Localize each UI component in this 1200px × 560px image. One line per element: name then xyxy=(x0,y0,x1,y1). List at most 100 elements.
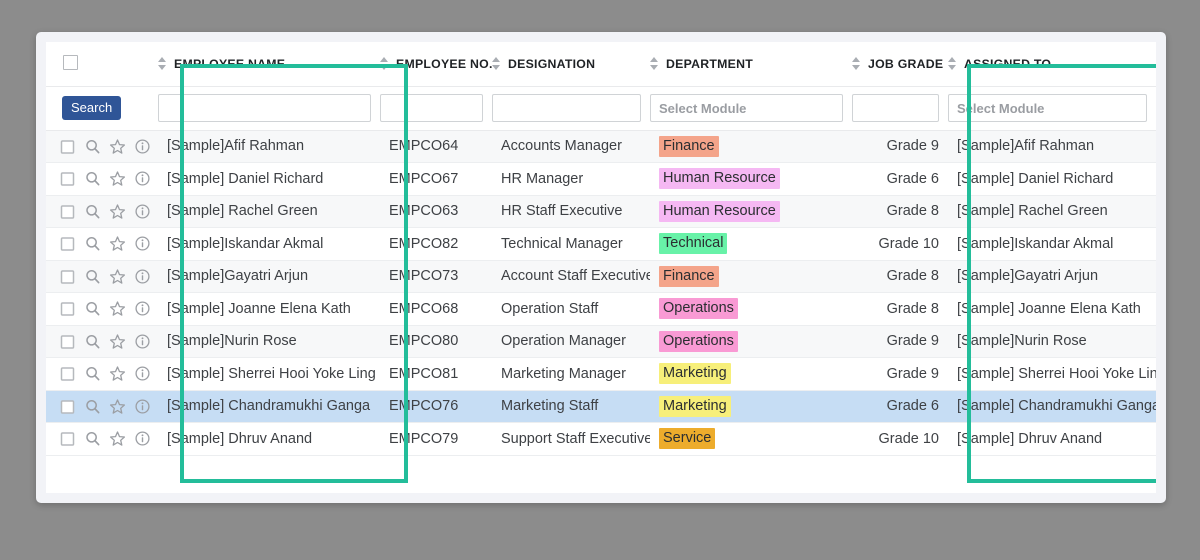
star-icon[interactable] xyxy=(109,430,126,447)
cell-actions xyxy=(46,130,158,163)
info-icon[interactable] xyxy=(134,235,151,252)
search-button[interactable]: Search xyxy=(62,96,122,120)
cell-department: Human Resource xyxy=(650,162,852,196)
info-icon[interactable] xyxy=(134,268,151,285)
info-icon[interactable] xyxy=(134,203,151,220)
sort-icon[interactable] xyxy=(158,57,167,71)
header-label: EMPLOYEE NO. xyxy=(396,56,493,71)
sort-icon[interactable] xyxy=(492,57,501,71)
cell-employee-no: EMPCO79 xyxy=(380,422,492,456)
cell-actions xyxy=(46,227,158,261)
table-row[interactable]: [Sample] Dhruv Anand EMPCO79 Support Staff… xyxy=(46,422,1156,456)
info-icon[interactable] xyxy=(134,365,151,382)
row-checkbox[interactable] xyxy=(59,138,76,155)
sort-icon[interactable] xyxy=(852,57,861,71)
magnifier-icon[interactable] xyxy=(84,333,101,350)
filter-designation-input[interactable] xyxy=(492,94,641,122)
star-icon[interactable] xyxy=(109,203,126,220)
cell-actions xyxy=(46,422,158,456)
magnifier-icon[interactable] xyxy=(84,203,101,220)
info-icon[interactable] xyxy=(134,398,151,415)
info-icon[interactable] xyxy=(134,333,151,350)
filter-employee-name-input[interactable] xyxy=(158,94,371,122)
cell-department: Finance xyxy=(650,260,852,293)
table-row[interactable]: [Sample] Daniel Richard EMPCO67 HR Manager… xyxy=(46,162,1156,196)
cell-department: Human Resource xyxy=(650,195,852,228)
sort-icon[interactable] xyxy=(948,57,957,71)
info-icon[interactable] xyxy=(134,430,151,447)
table-row[interactable]: [Sample] Joanne Elena Kath EMPCO68 Operati… xyxy=(46,292,1156,326)
cell-designation: Account Staff Executive xyxy=(492,260,650,293)
row-checkbox[interactable] xyxy=(59,365,76,382)
filter-department-select[interactable] xyxy=(650,94,843,122)
row-checkbox[interactable] xyxy=(59,203,76,220)
cell-employee-no: EMPCO76 xyxy=(380,390,492,423)
cell-employee-no: EMPCO63 xyxy=(380,195,492,228)
cell-actions xyxy=(46,325,158,358)
select-all-checkbox[interactable] xyxy=(63,54,78,70)
cell-assigned-to: [Sample] Joanne Elena Kath xyxy=(948,292,1156,326)
table-row[interactable]: [Sample] Sherrei Hooi Yoke Ling EMPCO81 Ma… xyxy=(46,357,1156,391)
row-checkbox[interactable] xyxy=(59,300,76,317)
magnifier-icon[interactable] xyxy=(84,398,101,415)
cell-job-grade: Grade 6 xyxy=(852,162,948,196)
filter-assigned-to-select[interactable] xyxy=(948,94,1147,122)
star-icon[interactable] xyxy=(109,365,126,382)
cell-actions xyxy=(46,162,158,196)
header-employee-name[interactable]: EMPLOYEE NAME xyxy=(158,42,380,87)
header-assigned-to[interactable]: ASSIGNED TO xyxy=(948,42,1156,87)
table-row[interactable]: [Sample]Afif Rahman EMPCO64 Accounts Manag… xyxy=(46,130,1156,163)
filter-employee-no-input[interactable] xyxy=(380,94,483,122)
magnifier-icon[interactable] xyxy=(84,430,101,447)
app-card: EMPLOYEE NAME EMPLOYEE NO. DESIGNATION D… xyxy=(36,32,1166,503)
info-icon[interactable] xyxy=(134,170,151,187)
star-icon[interactable] xyxy=(109,268,126,285)
magnifier-icon[interactable] xyxy=(84,268,101,285)
table-header: EMPLOYEE NAME EMPLOYEE NO. DESIGNATION D… xyxy=(46,42,1156,131)
row-checkbox[interactable] xyxy=(59,170,76,187)
table-row[interactable]: [Sample] Chandramukhi Ganga EMPCO76 Market… xyxy=(46,390,1156,423)
row-checkbox[interactable] xyxy=(59,235,76,252)
star-icon[interactable] xyxy=(109,138,126,155)
star-icon[interactable] xyxy=(109,333,126,350)
header-department[interactable]: DEPARTMENT xyxy=(650,42,852,87)
row-checkbox[interactable] xyxy=(59,430,76,447)
table-row[interactable]: [Sample] Rachel Green EMPCO63 HR Staff Exe… xyxy=(46,195,1156,228)
cell-employee-no: EMPCO64 xyxy=(380,130,492,163)
filter-cell-department xyxy=(650,86,852,131)
header-label: ASSIGNED TO xyxy=(964,56,1052,71)
cell-department: Finance xyxy=(650,130,852,163)
cell-employee-no: EMPCO81 xyxy=(380,357,492,391)
info-icon[interactable] xyxy=(134,300,151,317)
magnifier-icon[interactable] xyxy=(84,170,101,187)
magnifier-icon[interactable] xyxy=(84,235,101,252)
star-icon[interactable] xyxy=(109,170,126,187)
header-row: EMPLOYEE NAME EMPLOYEE NO. DESIGNATION D… xyxy=(46,42,1156,87)
filter-job-grade-input[interactable] xyxy=(852,94,939,122)
table-row[interactable]: [Sample]Iskandar Akmal EMPCO82 Technical M… xyxy=(46,227,1156,261)
cell-designation: Operation Staff xyxy=(492,292,650,326)
filter-cell-no xyxy=(380,86,492,131)
row-checkbox[interactable] xyxy=(59,268,76,285)
header-employee-no[interactable]: EMPLOYEE NO. xyxy=(380,42,493,87)
cell-employee-no: EMPCO80 xyxy=(380,325,492,358)
star-icon[interactable] xyxy=(109,235,126,252)
department-badge: Operations xyxy=(659,298,738,320)
cell-assigned-to: [Sample] Dhruv Anand xyxy=(948,422,1156,456)
magnifier-icon[interactable] xyxy=(84,138,101,155)
header-designation[interactable]: DESIGNATION xyxy=(492,42,650,87)
magnifier-icon[interactable] xyxy=(84,365,101,382)
star-icon[interactable] xyxy=(109,398,126,415)
table-row[interactable]: [Sample]Gayatri Arjun EMPCO73 Account Staf… xyxy=(46,260,1156,293)
department-badge: Marketing xyxy=(659,395,731,417)
info-icon[interactable] xyxy=(134,138,151,155)
row-checkbox[interactable] xyxy=(59,333,76,350)
magnifier-icon[interactable] xyxy=(84,300,101,317)
sort-icon[interactable] xyxy=(380,57,389,71)
table-row[interactable]: [Sample]Nurin Rose EMPCO80 Operation Manag… xyxy=(46,325,1156,358)
row-checkbox[interactable] xyxy=(59,398,76,415)
sort-icon[interactable] xyxy=(650,57,659,71)
star-icon[interactable] xyxy=(109,300,126,317)
cell-employee-name: [Sample]Gayatri Arjun xyxy=(158,260,380,293)
header-job-grade[interactable]: JOB GRADE xyxy=(852,42,948,87)
